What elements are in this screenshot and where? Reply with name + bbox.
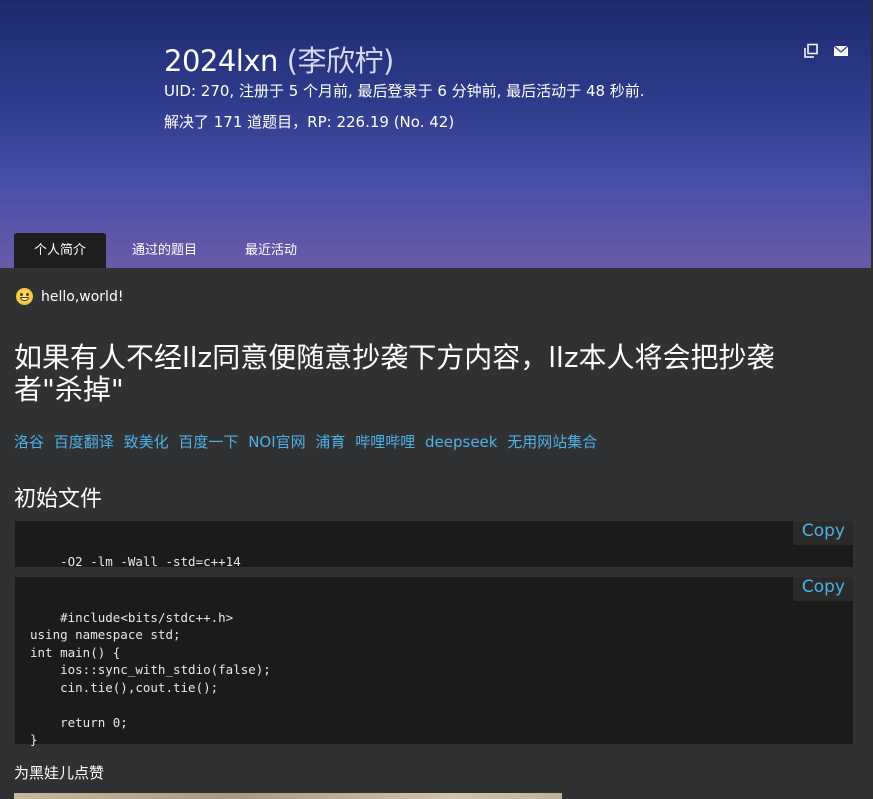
link-baidu-translate[interactable]: 百度翻译 [54, 433, 114, 451]
copy-button[interactable]: Copy [792, 577, 853, 601]
link-list: 洛谷 百度翻译 致美化 百度一下 NOI官网 浦育 哔哩哔哩 deepseek … [14, 431, 602, 452]
profile-banner: 2024lxn (李欣柠) UID: 270, 注册于 5 个月前, 最后登录于… [0, 0, 871, 268]
link-zhimeihua[interactable]: 致美化 [124, 433, 169, 451]
tab-recent-activity[interactable]: 最近活动 [225, 233, 317, 268]
real-name: (李欣柠) [286, 44, 395, 78]
link-noi[interactable]: NOI官网 [248, 433, 305, 451]
link-baidu[interactable]: 百度一下 [178, 433, 238, 451]
embedded-image [14, 793, 562, 799]
user-stats: 解决了 171 道题目，RP: 226.19 (No. 42) [164, 113, 455, 131]
tab-profile[interactable]: 个人简介 [14, 233, 107, 268]
copy-button[interactable]: Copy [792, 521, 853, 545]
user-meta: UID: 270, 注册于 5 个月前, 最后登录于 6 分钟前, 最后活动于 … [164, 82, 645, 100]
username: 2024lxn [164, 44, 278, 78]
warning-heading: 如果有人不经llz同意便随意抄袭下方内容，llz本人将会把抄袭者"杀掉" [14, 341, 775, 406]
link-useless-sites[interactable]: 无用网站集合 [507, 433, 597, 451]
likes-text: 为黑娃儿点赞 [14, 764, 105, 782]
profile-tabs: 个人简介 通过的题目 最近活动 [14, 233, 317, 268]
tab-solved-problems[interactable]: 通过的题目 [112, 233, 217, 268]
user-title: 2024lxn (李欣柠) [164, 38, 394, 80]
link-luogu[interactable]: 洛谷 [14, 433, 44, 451]
link-deepseek[interactable]: deepseek [425, 433, 497, 451]
code-block-template: #include<bits/stdc++.h> using namespace … [15, 577, 853, 747]
code-block-compile-flags: -O2 -lm -Wall -std=c++14 Copy [15, 521, 853, 569]
code-text: -O2 -lm -Wall -std=c++14 [60, 553, 241, 569]
link-puyu[interactable]: 浦育 [315, 433, 345, 451]
grinning-face-icon [16, 288, 33, 305]
code-text: #include<bits/stdc++.h> using namespace … [30, 609, 271, 748]
copy-icon[interactable] [803, 43, 819, 59]
section-title: 初始文件 [14, 487, 103, 512]
status-text: hello,world! [41, 288, 124, 305]
profile-content: hello,world! 如果有人不经llz同意便随意抄袭下方内容，llz本人将… [0, 268, 873, 799]
link-bilibili[interactable]: 哔哩哔哩 [355, 433, 415, 451]
mail-icon[interactable] [833, 43, 849, 59]
status-line: hello,world! [16, 288, 123, 305]
